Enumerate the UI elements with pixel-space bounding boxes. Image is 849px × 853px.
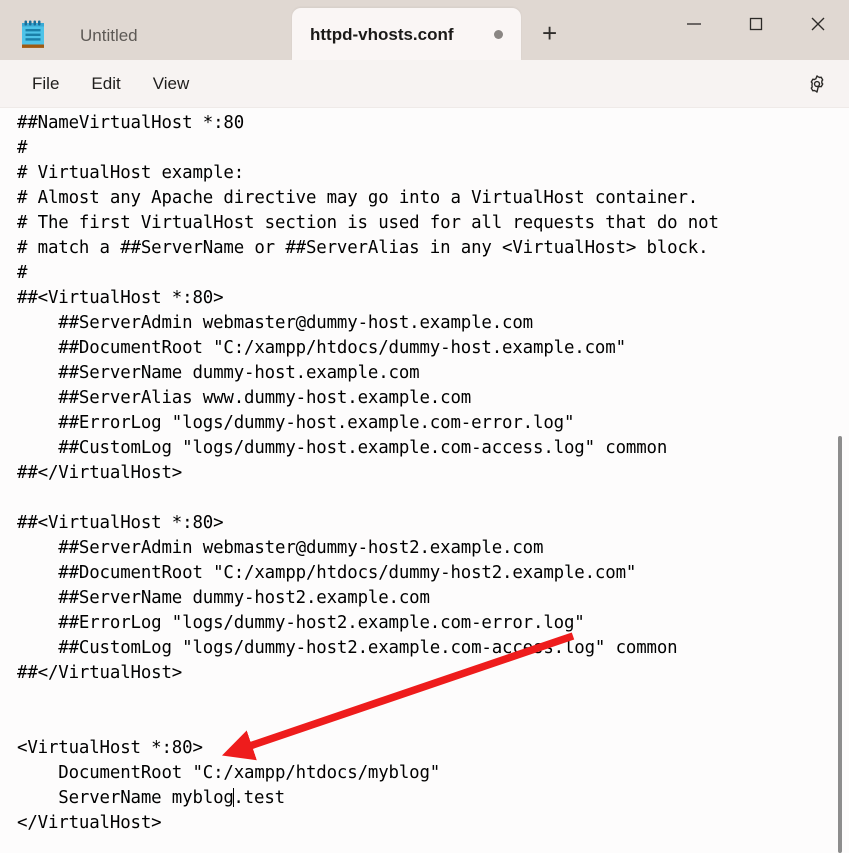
menu-item-file[interactable]: File (16, 69, 75, 98)
menubar: File Edit View (0, 60, 849, 108)
text-editor-area[interactable]: ##NameVirtualHost *:80 # # VirtualHost e… (0, 108, 849, 853)
tab-httpd-vhosts-conf[interactable]: httpd-vhosts.conf (292, 8, 521, 60)
unsaved-indicator-dot (493, 29, 503, 39)
maximize-icon[interactable] (725, 0, 787, 48)
tab-strip: Untitled httpd-vhosts.conf + (0, 0, 573, 60)
new-tab-button[interactable]: + (527, 10, 573, 56)
notepad-window: Untitled httpd-vhosts.conf + File Edit V… (0, 0, 849, 853)
notepad-icon (16, 16, 50, 50)
gear-icon[interactable] (799, 66, 835, 102)
tab-label: httpd-vhosts.conf (310, 24, 454, 44)
window-controls (663, 0, 849, 48)
scrollbar-thumb[interactable] (838, 436, 842, 853)
vertical-scrollbar[interactable] (833, 108, 847, 853)
titlebar: Untitled httpd-vhosts.conf + (0, 0, 849, 60)
editor-content[interactable]: ##NameVirtualHost *:80 # # VirtualHost e… (17, 111, 827, 836)
minimize-icon[interactable] (663, 0, 725, 48)
menu-item-edit[interactable]: Edit (75, 69, 136, 98)
menu-item-view[interactable]: View (137, 69, 206, 98)
tab-untitled[interactable]: Untitled (62, 10, 292, 60)
editor-text-before-caret: ##NameVirtualHost *:80 # # VirtualHost e… (17, 113, 719, 808)
tab-label: Untitled (80, 25, 138, 45)
close-icon[interactable] (787, 0, 849, 48)
